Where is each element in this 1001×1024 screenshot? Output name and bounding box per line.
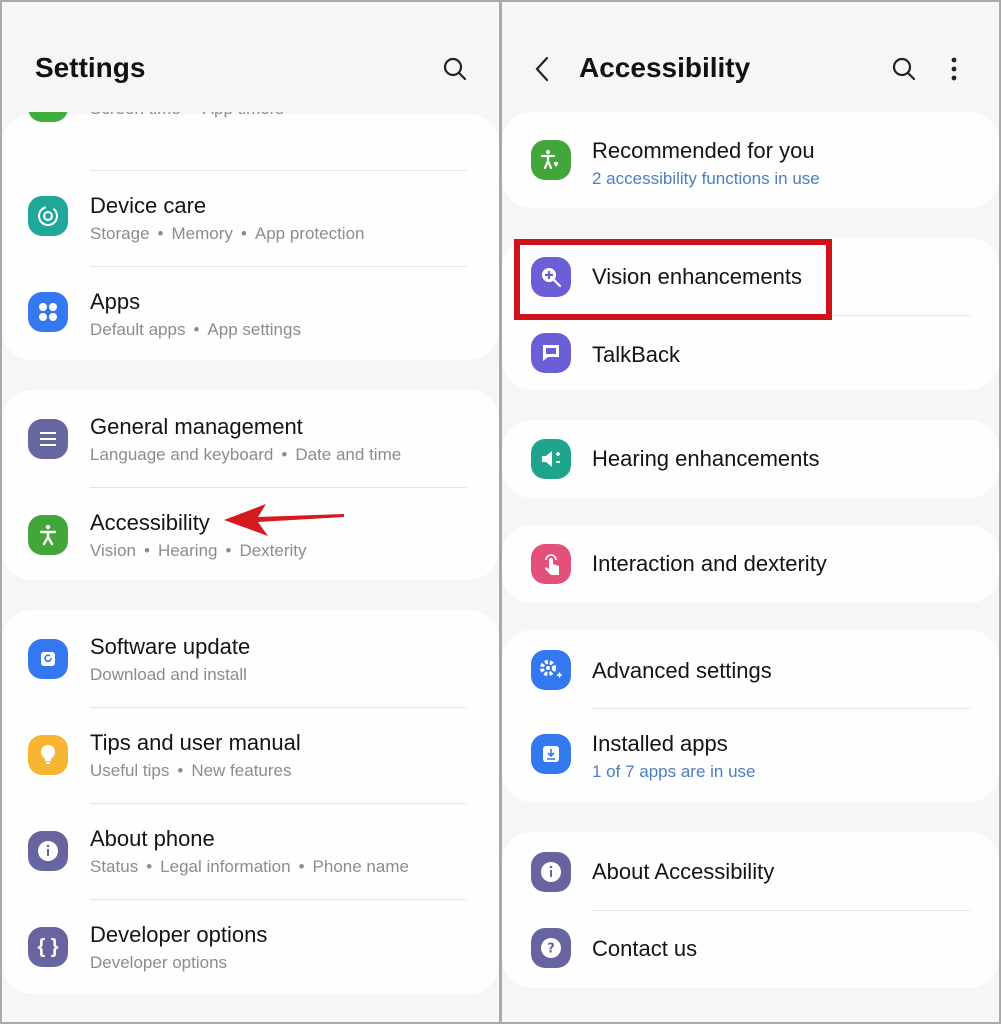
lightbulb-icon xyxy=(28,735,68,775)
item-label: Advanced settings xyxy=(592,658,772,683)
hearing-icon xyxy=(531,439,571,479)
chat-bubble-icon xyxy=(531,333,571,373)
device-care-icon xyxy=(28,196,68,236)
settings-item-about-phone[interactable]: About phone Status • Legal information • Pho… xyxy=(2,803,499,899)
info-icon xyxy=(531,852,571,892)
about-card: About Accessibility ? Contact us xyxy=(502,832,999,988)
recommended-icon xyxy=(531,140,571,180)
page-title: Accessibility xyxy=(579,52,751,83)
back-chevron-icon[interactable] xyxy=(528,54,558,84)
item-label: Recommended for you xyxy=(592,138,815,163)
settings-card-2: General management Language and keyboard… xyxy=(2,390,499,580)
item-label: Installed apps xyxy=(592,731,728,756)
info-icon xyxy=(28,831,68,871)
settings-item-apps[interactable]: Apps Default apps • App settings xyxy=(2,267,499,363)
accessibility-panel: Accessibility Recommended for you 2 acce… xyxy=(502,2,999,1022)
item-sub: Download and install xyxy=(90,665,247,684)
accessibility-item-advanced-settings[interactable]: Advanced settings xyxy=(502,630,999,708)
accessibility-item-recommended[interactable]: Recommended for you 2 accessibility func… xyxy=(502,112,999,208)
item-label: Apps xyxy=(90,289,141,314)
accessibility-item-installed-apps[interactable]: Installed apps 1 of 7 apps are in use xyxy=(502,709,999,802)
settings-card-1: controls Screen time•App timers Device c… xyxy=(2,70,499,363)
item-label: Hearing enhancements xyxy=(592,446,820,471)
braces-icon: { } xyxy=(28,927,68,967)
item-label: Accessibility xyxy=(90,510,210,535)
item-sub: 2 accessibility functions in use xyxy=(592,169,820,188)
accessibility-item-about[interactable]: About Accessibility xyxy=(502,832,999,910)
accessibility-icon xyxy=(28,515,68,555)
item-sub: 1 of 7 apps are in use xyxy=(592,762,756,781)
settings-item-general-management[interactable]: General management Language and keyboard… xyxy=(2,390,499,486)
item-label: TalkBack xyxy=(592,342,681,367)
accessibility-item-interaction-dexterity[interactable]: Interaction and dexterity xyxy=(502,525,999,603)
item-label: Contact us xyxy=(592,936,698,961)
item-sub: Vision • Hearing • Dexterity xyxy=(90,541,307,560)
page-title: Settings xyxy=(35,52,146,83)
recommended-card: Recommended for you 2 accessibility func… xyxy=(502,112,999,208)
settings-item-tips[interactable]: Tips and user manual Useful tips • New fea… xyxy=(2,707,499,803)
settings-panel: controls Screen time•App timers Device c… xyxy=(2,2,499,1022)
item-label: About phone xyxy=(90,826,215,851)
settings-item-developer-options[interactable]: { } Developer options Developer options xyxy=(2,899,499,995)
question-icon: ? xyxy=(531,928,571,968)
interaction-card: Interaction and dexterity xyxy=(502,525,999,603)
software-update-icon xyxy=(28,639,68,679)
search-icon[interactable] xyxy=(889,54,919,84)
item-label: Tips and user manual xyxy=(90,730,301,755)
settings-item-software-update[interactable]: Software update Download and install xyxy=(2,610,499,706)
accessibility-item-talkback[interactable]: TalkBack xyxy=(502,316,999,390)
item-label: Device care xyxy=(90,193,207,218)
apps-icon xyxy=(28,292,68,332)
item-label: Interaction and dexterity xyxy=(592,551,827,576)
item-sub: Status • Legal information • Phone name xyxy=(90,857,409,876)
settings-card-3: Software update Download and install Tip… xyxy=(2,610,499,994)
item-sub: Storage • Memory • App protection xyxy=(90,224,365,243)
highlight-box xyxy=(514,239,832,320)
svg-text:?: ? xyxy=(547,942,555,957)
touch-icon xyxy=(531,544,571,584)
item-sub: Developer options xyxy=(90,953,228,972)
item-label: Software update xyxy=(90,634,251,659)
item-sub: Default apps • App settings xyxy=(90,320,301,339)
sliders-icon xyxy=(28,419,68,459)
item-sub: Useful tips • New features xyxy=(90,761,292,780)
accessibility-item-contact-us[interactable]: ? Contact us xyxy=(502,911,999,988)
download-icon xyxy=(531,734,571,774)
accessibility-item-hearing-enhancements[interactable]: Hearing enhancements xyxy=(502,420,999,498)
item-label: About Accessibility xyxy=(592,859,775,884)
gear-plus-icon xyxy=(531,650,571,690)
annotation-arrow-icon xyxy=(224,504,344,536)
settings-item-device-care[interactable]: Device care Storage • Memory • App protectio… xyxy=(2,171,499,267)
accessibility-header: Accessibility xyxy=(502,2,999,112)
advanced-card: Advanced settings Installed apps 1 of 7 … xyxy=(502,630,999,802)
more-vertical-icon[interactable] xyxy=(939,54,969,84)
item-label: Developer options xyxy=(90,922,268,947)
item-label: General management xyxy=(90,414,303,439)
settings-header: Settings xyxy=(2,2,499,112)
search-icon[interactable] xyxy=(440,54,470,84)
item-sub: Language and keyboard • Date and time xyxy=(90,445,402,464)
hearing-card: Hearing enhancements xyxy=(502,420,999,498)
